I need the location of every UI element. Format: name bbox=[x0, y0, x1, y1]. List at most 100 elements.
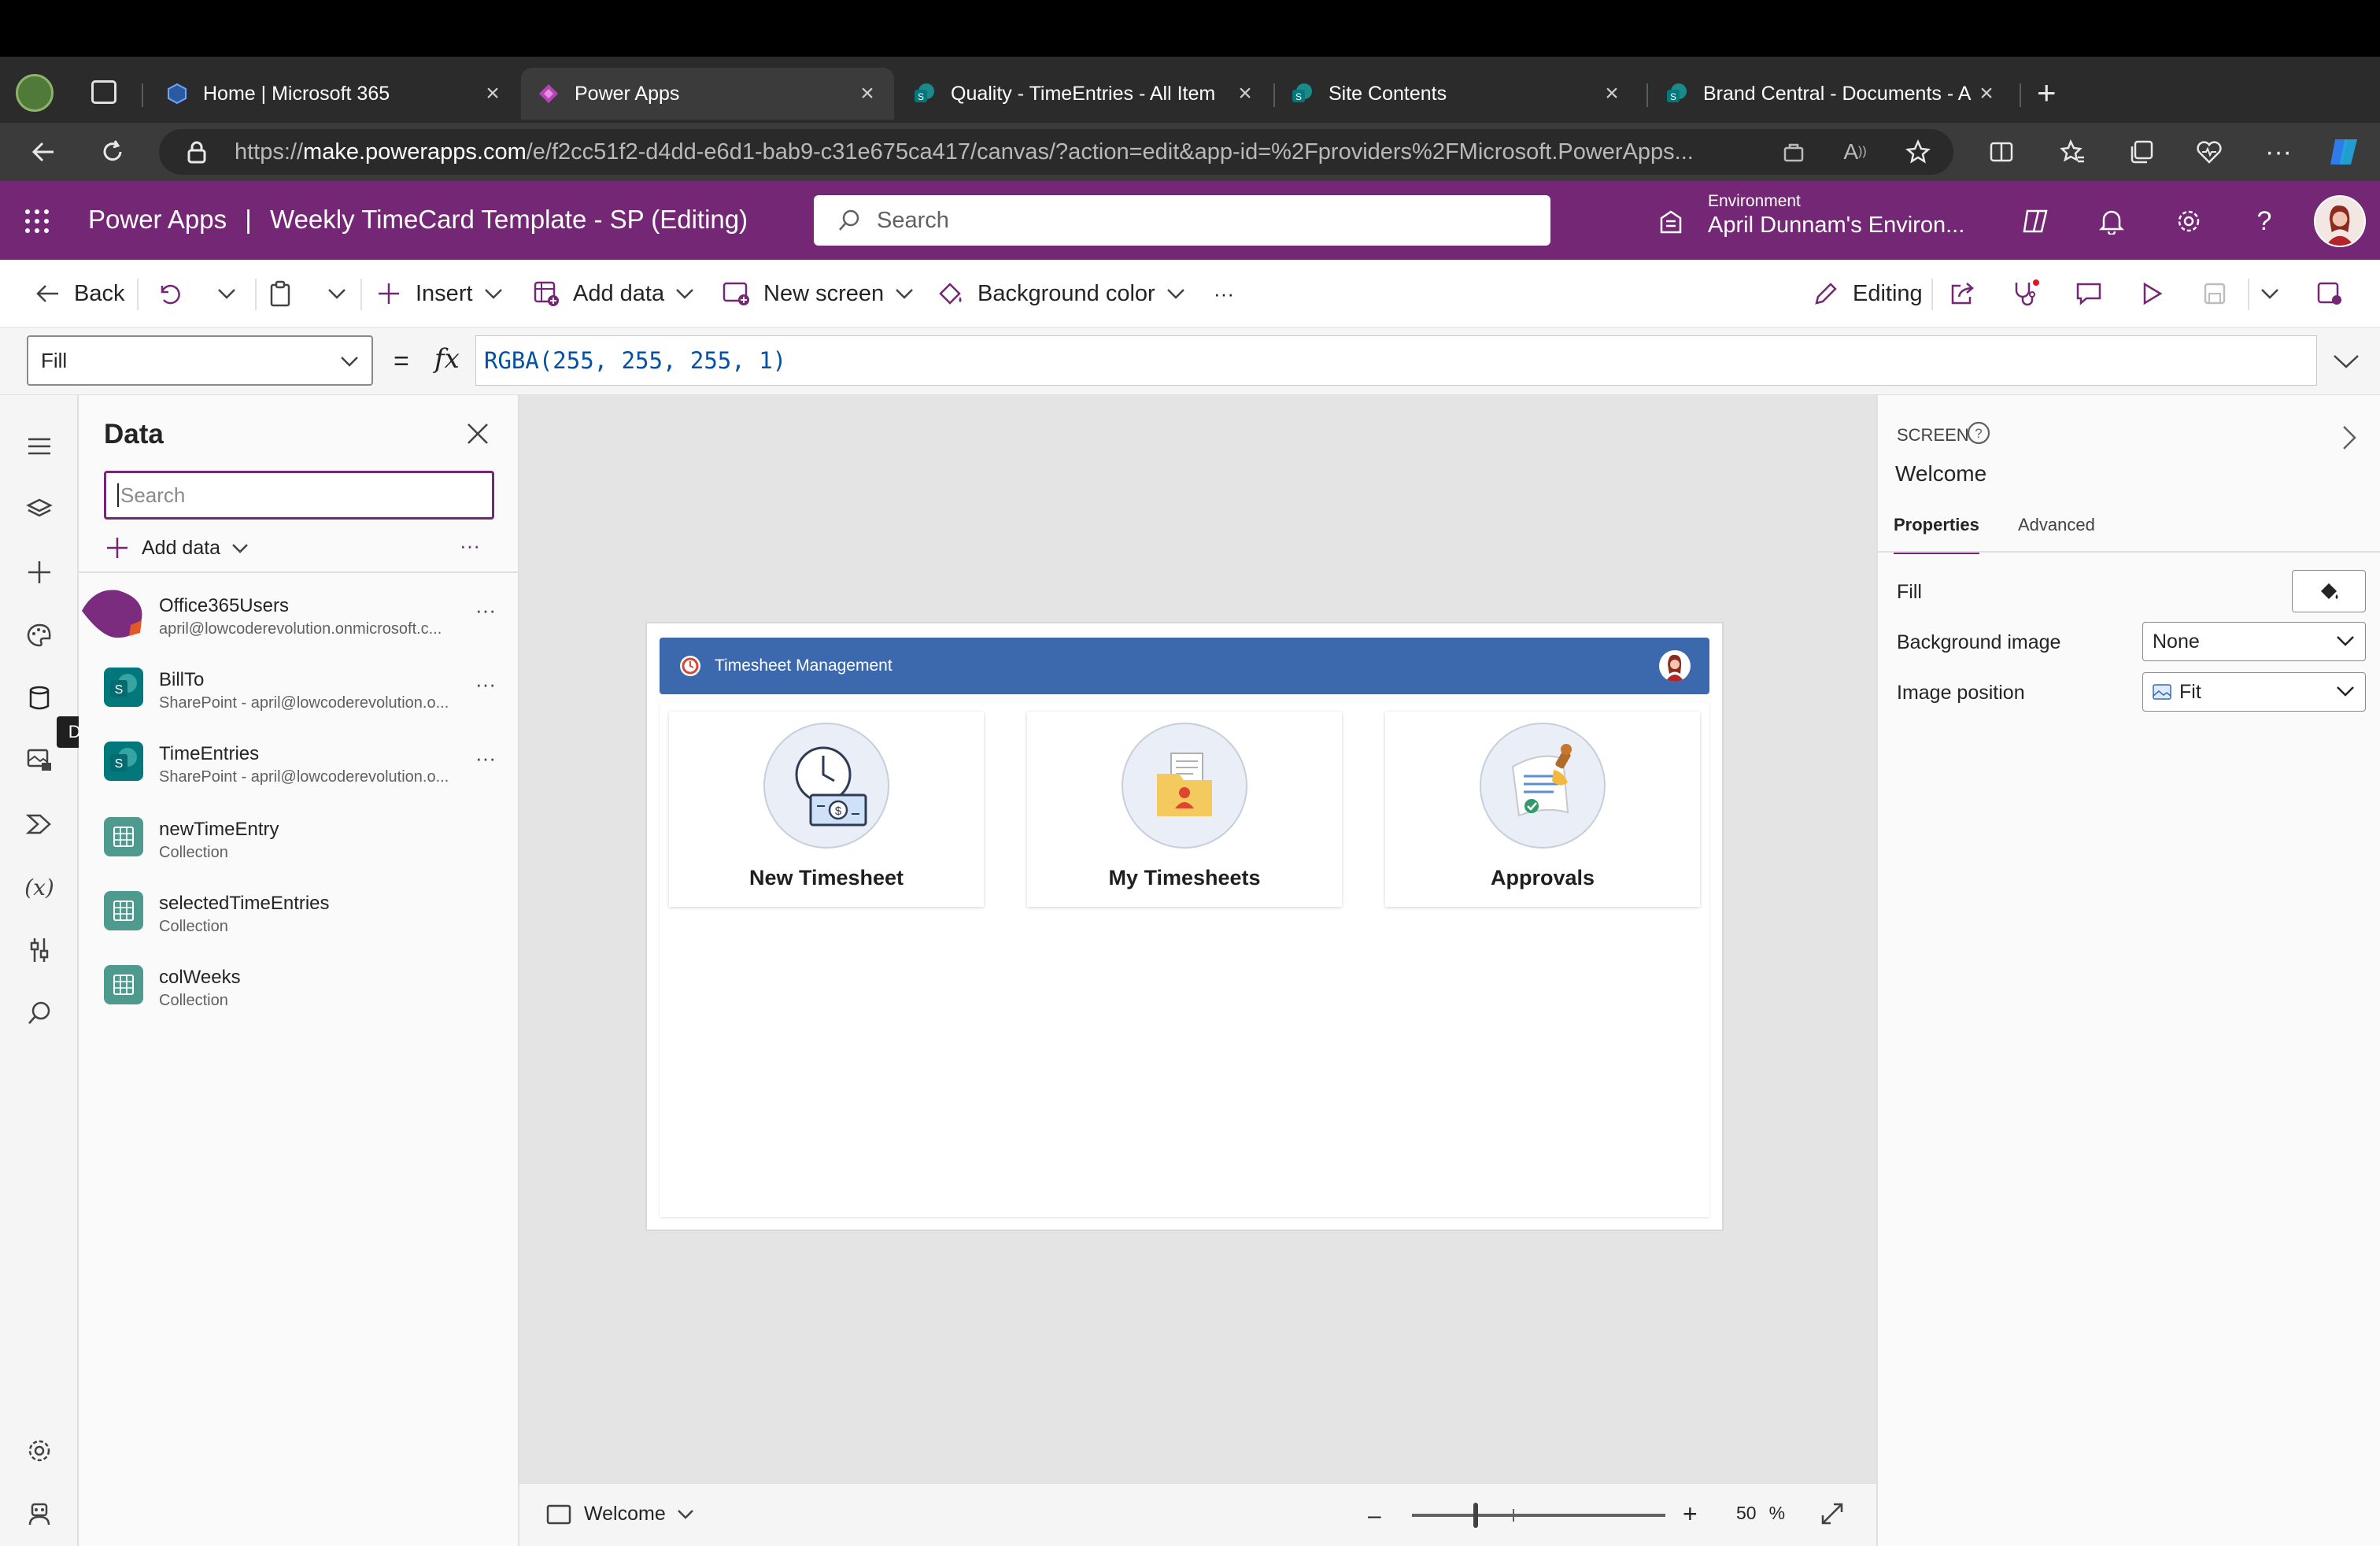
tab-actions-icon[interactable] bbox=[91, 80, 116, 104]
new-tab-icon[interactable]: + bbox=[2037, 76, 2057, 109]
user-avatar[interactable] bbox=[1659, 650, 1691, 682]
data-source-office365users[interactable]: Office365Users april@lowcoderevolution.o… bbox=[79, 581, 519, 655]
tab-quality-timeentries[interactable]: S Quality - TimeEntries - All Item × bbox=[897, 68, 1272, 120]
undo-button[interactable] bbox=[153, 274, 195, 313]
data-source-billto[interactable]: S BillTo SharePoint - april@lowcoderevol… bbox=[79, 655, 519, 729]
profile-avatar[interactable] bbox=[16, 74, 54, 112]
product-name[interactable]: Power Apps bbox=[88, 205, 227, 234]
lock-icon[interactable] bbox=[186, 140, 208, 164]
app-available-icon[interactable] bbox=[1774, 132, 1813, 172]
notifications-bell-icon[interactable] bbox=[2092, 202, 2131, 241]
help-icon[interactable]: ? bbox=[2245, 202, 2284, 241]
add-data-button[interactable]: Add data bbox=[105, 531, 249, 565]
fx-icon[interactable]: fx bbox=[434, 343, 460, 375]
close-icon[interactable]: × bbox=[1234, 80, 1256, 107]
publish-button[interactable] bbox=[2314, 274, 2356, 313]
undo-dropdown[interactable] bbox=[211, 274, 253, 313]
insert-button[interactable]: Insert bbox=[373, 274, 503, 313]
more-options-icon[interactable]: ··· bbox=[475, 598, 496, 623]
tab-brand-central[interactable]: S Brand Central - Documents - A × bbox=[1650, 68, 2013, 120]
zoom-out-button[interactable]: – bbox=[1368, 1503, 1381, 1529]
card-new-timesheet[interactable]: $ New Timesheet bbox=[669, 712, 984, 907]
header-search-input[interactable]: Search bbox=[814, 195, 1550, 246]
share-button[interactable] bbox=[1947, 274, 1990, 313]
close-icon[interactable]: × bbox=[856, 80, 878, 107]
more-options-icon[interactable]: ··· bbox=[475, 746, 496, 771]
tree-view-layers-icon[interactable] bbox=[20, 490, 59, 529]
favorites-icon[interactable] bbox=[2053, 132, 2092, 172]
hamburger-menu-icon[interactable] bbox=[20, 427, 59, 466]
browser-essentials-icon[interactable] bbox=[2190, 132, 2229, 172]
favorite-star-icon[interactable] bbox=[1898, 132, 1938, 172]
settings-gear-icon[interactable] bbox=[2169, 202, 2208, 241]
tab-power-apps[interactable]: Power Apps × bbox=[521, 68, 894, 120]
back-button[interactable]: Back bbox=[31, 274, 124, 313]
more-options-icon[interactable]: ··· bbox=[475, 672, 496, 697]
data-source-newtimeentry[interactable]: newTimeEntry Collection bbox=[79, 804, 519, 878]
insert-plus-icon[interactable] bbox=[20, 553, 59, 592]
themes-palette-icon[interactable] bbox=[20, 616, 59, 655]
copilot-icon[interactable] bbox=[2325, 132, 2364, 172]
refresh-icon[interactable] bbox=[93, 132, 132, 172]
background-image-select[interactable]: None bbox=[2142, 622, 2366, 661]
data-search-input[interactable]: Search bbox=[104, 471, 494, 520]
close-icon[interactable] bbox=[466, 422, 490, 446]
preview-play-button[interactable] bbox=[2136, 274, 2179, 313]
zoom-in-button[interactable]: + bbox=[1683, 1500, 1698, 1529]
comments-button[interactable] bbox=[2073, 274, 2116, 313]
property-selector[interactable]: Fill bbox=[27, 335, 373, 386]
close-icon[interactable]: × bbox=[1601, 80, 1623, 107]
tab-advanced[interactable]: Advanced bbox=[2018, 515, 2095, 535]
split-screen-icon[interactable] bbox=[1982, 132, 2021, 172]
search-icon[interactable] bbox=[20, 993, 59, 1033]
copilot-icon[interactable] bbox=[2016, 202, 2056, 241]
tab-properties[interactable]: Properties bbox=[1894, 515, 1979, 554]
zoom-slider-thumb[interactable] bbox=[1473, 1503, 1478, 1528]
url-field[interactable]: https://make.powerapps.com/e/f2cc51f2-d4… bbox=[159, 129, 1953, 175]
screen-selector[interactable]: Welcome bbox=[546, 1503, 694, 1526]
tab-home-microsoft-365[interactable]: Home | Microsoft 365 × bbox=[150, 68, 519, 120]
add-data-button[interactable]: Add data bbox=[530, 274, 694, 313]
app-screen-welcome[interactable]: Timesheet Management $ New Timesheet My … bbox=[647, 623, 1722, 1230]
settings-gear-icon[interactable] bbox=[20, 1431, 59, 1470]
background-color-button[interactable]: Background color bbox=[935, 274, 1185, 313]
data-source-selectedtimeentries[interactable]: selectedTimeEntries Collection bbox=[79, 878, 519, 952]
tab-site-contents[interactable]: S Site Contents × bbox=[1275, 68, 1639, 120]
environment-icon[interactable] bbox=[1651, 202, 1691, 241]
editing-button[interactable]: Editing bbox=[1810, 274, 1923, 313]
data-cylinder-icon[interactable] bbox=[20, 679, 59, 718]
data-source-timeentries[interactable]: S TimeEntries SharePoint - april@lowcode… bbox=[79, 729, 519, 803]
collections-icon[interactable] bbox=[2122, 132, 2161, 172]
close-icon[interactable]: × bbox=[482, 80, 504, 107]
zoom-level[interactable]: 50 % bbox=[1736, 1503, 1785, 1524]
data-source-colweeks[interactable]: colWeeks Collection bbox=[79, 952, 519, 1026]
more-options-button[interactable]: ··· bbox=[460, 534, 480, 558]
read-aloud-icon[interactable]: A)) bbox=[1835, 132, 1875, 172]
card-approvals[interactable]: Approvals bbox=[1385, 712, 1700, 907]
new-screen-button[interactable]: New screen bbox=[721, 274, 914, 313]
zoom-slider[interactable] bbox=[1412, 1503, 1665, 1528]
card-my-timesheets[interactable]: My Timesheets bbox=[1027, 712, 1342, 907]
expand-formula-chevron-icon[interactable] bbox=[2333, 354, 2360, 368]
fit-to-window-icon[interactable] bbox=[1820, 1501, 1845, 1526]
app-header-bar[interactable]: Timesheet Management bbox=[660, 638, 1709, 694]
save-button[interactable] bbox=[2199, 274, 2241, 313]
formula-input[interactable]: RGBA(255, 255, 255, 1) bbox=[475, 335, 2317, 386]
fill-color-picker[interactable] bbox=[2292, 570, 2366, 612]
power-automate-icon[interactable] bbox=[20, 804, 59, 844]
close-icon[interactable]: × bbox=[1975, 80, 1998, 107]
environment-picker[interactable]: Environment April Dunnam's Environ... bbox=[1708, 192, 1964, 239]
collapse-chevron-right-icon[interactable] bbox=[2342, 425, 2356, 450]
more-commands-button[interactable]: ··· bbox=[1214, 274, 1234, 313]
app-checker-button[interactable] bbox=[2010, 274, 2053, 313]
paste-button[interactable] bbox=[264, 274, 307, 313]
variables-icon[interactable]: (x) bbox=[20, 867, 59, 907]
user-avatar[interactable] bbox=[2314, 195, 2366, 247]
image-position-select[interactable]: Fit bbox=[2142, 672, 2366, 712]
app-launcher-icon[interactable] bbox=[17, 202, 57, 241]
back-arrow-icon[interactable] bbox=[24, 132, 63, 172]
virtual-agent-icon[interactable] bbox=[20, 1494, 59, 1533]
media-icon[interactable] bbox=[20, 740, 59, 779]
save-dropdown[interactable] bbox=[2254, 274, 2297, 313]
more-options-icon[interactable]: ··· bbox=[2259, 132, 2298, 172]
